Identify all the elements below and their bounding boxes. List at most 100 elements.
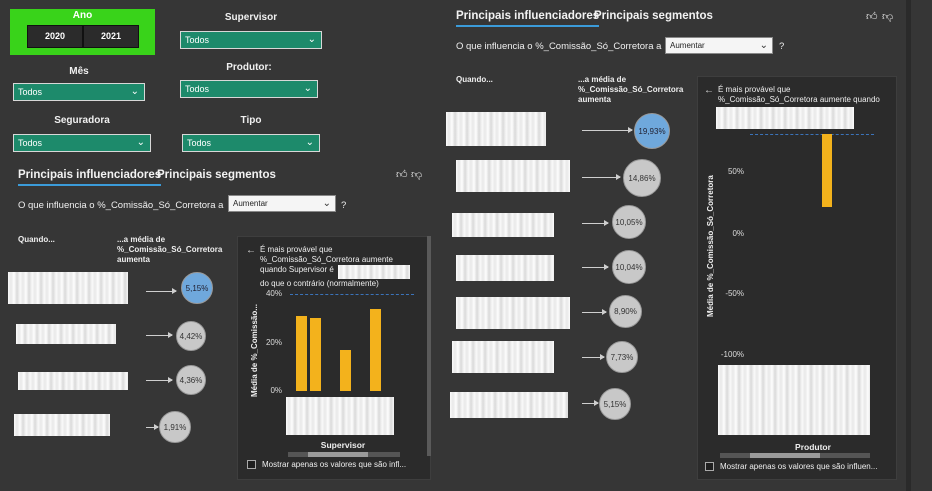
detail-title-right: É mais provável que %_Comissão_Só_Corret…	[718, 85, 880, 104]
bar[interactable]	[340, 349, 351, 391]
bars-container-left	[288, 294, 418, 391]
year-2020-text: 2020	[44, 31, 66, 41]
influencer-bubble[interactable]: 19,93%	[634, 113, 670, 149]
produtor-dropdown[interactable]: Todos ⌄	[180, 80, 318, 98]
influencer-label-redacted[interactable]	[450, 392, 568, 418]
bubble-value: 5,15%	[603, 399, 627, 409]
year-option-2020[interactable]: 2020	[27, 25, 83, 48]
column-when-left: Quando...	[18, 235, 55, 244]
question-text-left: O que influencia o %_Comissão_Só_Correto…	[18, 200, 224, 211]
influencer-label-redacted[interactable]	[456, 160, 570, 192]
direction-value-left: Aumentar	[233, 199, 268, 208]
influencer-bubble[interactable]: 1,91%	[159, 411, 191, 443]
thumbs-down-icon[interactable]: 👎︎	[882, 10, 893, 23]
help-icon[interactable]: ?	[779, 41, 784, 52]
influencer-label-redacted[interactable]	[18, 372, 128, 390]
arrow-connector	[146, 424, 159, 430]
x-axis-label-left: Supervisor	[320, 440, 366, 450]
bubble-value: 4,36%	[179, 375, 203, 385]
influencer-label-redacted[interactable]	[456, 297, 570, 329]
detail-title-redacted	[338, 265, 410, 279]
tipo-dropdown[interactable]: Todos ⌄	[182, 134, 320, 152]
influencer-bubble[interactable]: 7,73%	[606, 341, 638, 373]
arrow-connector	[146, 332, 173, 338]
y-tick-left: 40%	[265, 289, 282, 298]
detail-title-cont-left: do que o contrário (normalmente)	[260, 279, 379, 288]
tab-principais-influenciadores-right[interactable]: Principais influenciadores	[456, 10, 600, 27]
influencer-bubble[interactable]: 5,15%	[181, 272, 213, 304]
chevron-down-icon: ⌄	[307, 34, 316, 45]
help-icon[interactable]: ?	[341, 200, 346, 211]
arrow-connector	[582, 400, 599, 406]
mes-dropdown-value: Todos	[18, 87, 43, 97]
chevron-down-icon: ⌄	[322, 198, 331, 209]
influencer-label-redacted[interactable]	[8, 272, 128, 304]
year-slicer: Ano 2020 2021	[10, 9, 155, 55]
column-avg-right: ...a média de %_Comissão_Só_Corretora au…	[578, 75, 684, 104]
arrow-connector	[582, 354, 605, 360]
influencer-bubble[interactable]: 8,90%	[609, 295, 642, 328]
tab-principais-segmentos-left[interactable]: Principais segmentos	[157, 169, 276, 181]
influencer-label-redacted[interactable]	[456, 255, 554, 281]
scrollbar-thumb[interactable]	[308, 452, 368, 457]
influencer-bubble[interactable]: 4,42%	[176, 321, 206, 351]
arrow-connector	[582, 220, 609, 226]
year-option-2021[interactable]: 2021	[83, 25, 139, 48]
direction-dropdown-left[interactable]: Aumentar ⌄	[228, 195, 336, 212]
supervisor-filter-label: Supervisor	[224, 12, 278, 23]
bubble-value: 1,91%	[163, 422, 187, 432]
arrow-connector	[582, 174, 621, 180]
y-tick-right: 0%	[732, 229, 744, 238]
influencer-bubble[interactable]: 4,36%	[176, 365, 206, 395]
influencer-label-redacted[interactable]	[446, 112, 546, 146]
direction-dropdown-right[interactable]: Aumentar ⌄	[665, 37, 773, 54]
arrow-connector	[582, 127, 633, 133]
detail-panel-right: ← É mais provável que %_Comissão_Só_Corr…	[697, 76, 897, 480]
vertical-scrollbar-left[interactable]	[427, 236, 431, 456]
back-arrow-icon[interactable]: ←	[246, 245, 256, 256]
filter-checkbox-left[interactable]	[247, 460, 256, 469]
influencer-label-redacted[interactable]	[452, 213, 554, 237]
influencer-label-redacted[interactable]	[16, 324, 116, 344]
arrow-connector	[582, 264, 609, 270]
influencer-label-redacted[interactable]	[452, 341, 554, 373]
tipo-dropdown-value: Todos	[187, 138, 212, 148]
tab-principais-segmentos-right[interactable]: Principais segmentos	[594, 10, 713, 22]
arrow-connector	[582, 309, 607, 315]
bar[interactable]	[296, 315, 307, 391]
supervisor-dropdown[interactable]: Todos ⌄	[180, 31, 322, 49]
bubble-value: 8,90%	[614, 307, 637, 316]
seguradora-dropdown[interactable]: Todos ⌄	[13, 134, 151, 152]
detail-panel-left: ← É mais provável que %_Comissão_Só_Corr…	[237, 236, 431, 480]
influencer-bubble[interactable]: 5,15%	[599, 388, 631, 420]
influencer-label-redacted[interactable]	[14, 414, 110, 436]
influencer-bubble[interactable]: 14,86%	[623, 159, 661, 197]
vertical-scrollbar-right[interactable]	[906, 0, 911, 491]
chevron-down-icon: ⌄	[759, 40, 768, 51]
scrollbar-thumb[interactable]	[750, 453, 820, 458]
influencer-bubble[interactable]: 10,04%	[612, 250, 646, 284]
thumbs-up-icon[interactable]: 👍︎	[866, 10, 878, 23]
x-ticks-redacted	[718, 365, 870, 435]
produtor-dropdown-value: Todos	[185, 84, 210, 94]
mes-filter-label: Mês	[69, 66, 89, 77]
tab-principais-influenciadores-left[interactable]: Principais influenciadores	[18, 169, 162, 186]
bubble-value: 10,04%	[615, 262, 643, 272]
bar[interactable]	[370, 308, 381, 391]
seguradora-filter-label: Seguradora	[54, 115, 110, 126]
influencer-bubble[interactable]: 10,05%	[612, 205, 646, 239]
column-avg-left: ...a média de %_Comissão_Só_Corretora au…	[117, 235, 223, 264]
horizontal-scrollbar[interactable]	[288, 452, 400, 457]
horizontal-scrollbar[interactable]	[720, 453, 870, 458]
back-arrow-icon[interactable]: ←	[704, 85, 714, 96]
x-axis-label-right: Produtor	[795, 442, 831, 452]
bar[interactable]	[310, 318, 321, 391]
filter-checkbox-right[interactable]	[705, 462, 714, 471]
thumbs-down-icon[interactable]: 👎︎	[411, 168, 422, 181]
bar[interactable]	[822, 134, 832, 208]
supervisor-dropdown-value: Todos	[185, 35, 210, 45]
column-when-right: Quando...	[456, 75, 493, 84]
mes-dropdown[interactable]: Todos ⌄	[13, 83, 145, 101]
thumbs-up-icon[interactable]: 👍︎	[396, 168, 408, 181]
direction-value-right: Aumentar	[670, 41, 705, 50]
